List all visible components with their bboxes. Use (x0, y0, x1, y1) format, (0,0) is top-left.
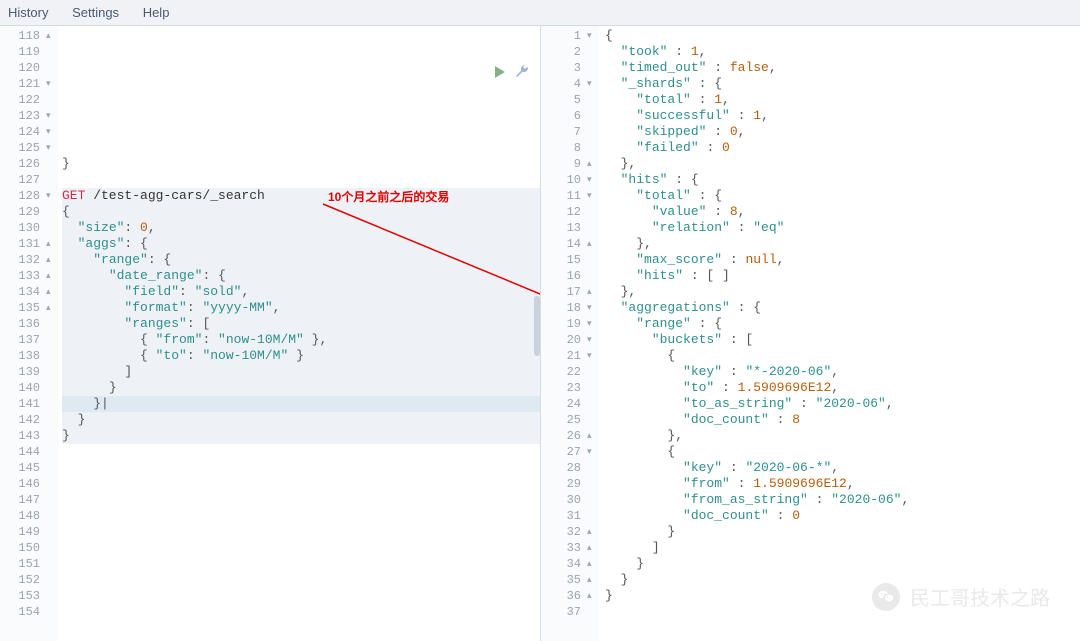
code-line[interactable] (603, 604, 1080, 620)
code-line[interactable] (62, 604, 540, 620)
code-line[interactable]: } (603, 524, 1080, 540)
code-line[interactable] (62, 540, 540, 556)
code-line[interactable]: "total" : { (603, 188, 1080, 204)
code-line[interactable]: } (603, 572, 1080, 588)
code-line[interactable]: { "from": "now-10M/M" }, (62, 332, 540, 348)
code-line[interactable]: } (62, 412, 540, 428)
request-pane: 1181191201211221231241251261271281291301… (0, 26, 540, 641)
code-line[interactable]: "skipped" : 0, (603, 124, 1080, 140)
code-line[interactable]: "range": { (62, 252, 540, 268)
fold-gutter-right[interactable]: ▾▾▴▾▾▴▴▾▾▾▾▴▾▴▴▴▴▴ (587, 26, 599, 641)
code-line[interactable]: "doc_count" : 0 (603, 508, 1080, 524)
code-line[interactable] (62, 508, 540, 524)
code-line[interactable]: "relation" : "eq" (603, 220, 1080, 236)
code-line[interactable]: } (62, 380, 540, 396)
line-gutter-left: 1181191201211221231241251261271281291301… (0, 26, 46, 641)
code-line[interactable] (62, 588, 540, 604)
response-pane: 1234567891011121314151617181920212223242… (540, 26, 1080, 641)
code-line[interactable] (62, 460, 540, 476)
code-line[interactable]: "field": "sold", (62, 284, 540, 300)
code-line[interactable]: "ranges": [ (62, 316, 540, 332)
code-line[interactable]: "size": 0, (62, 220, 540, 236)
code-line[interactable]: ] (62, 364, 540, 380)
code-line[interactable]: }, (603, 284, 1080, 300)
code-line[interactable]: } (603, 588, 1080, 604)
code-line[interactable] (62, 620, 540, 636)
code-line[interactable]: "key" : "2020-06-*", (603, 460, 1080, 476)
code-line[interactable]: "format": "yyyy-MM", (62, 300, 540, 316)
code-line[interactable]: "key" : "*-2020-06", (603, 364, 1080, 380)
code-line[interactable] (62, 476, 540, 492)
code-line[interactable]: } (62, 428, 540, 444)
code-line[interactable]: }, (603, 428, 1080, 444)
request-editor[interactable]: 10个月之前之后的交易 }GET /test-agg-cars/_search{… (58, 26, 540, 641)
code-line[interactable]: "to_as_string" : "2020-06", (603, 396, 1080, 412)
code-line[interactable]: "range" : { (603, 316, 1080, 332)
code-line[interactable]: } (62, 156, 540, 172)
code-line[interactable]: "from_as_string" : "2020-06", (603, 492, 1080, 508)
code-line[interactable]: "buckets" : [ (603, 332, 1080, 348)
code-line[interactable]: "doc_count" : 8 (603, 412, 1080, 428)
code-line[interactable] (62, 172, 540, 188)
code-line[interactable]: "max_score" : null, (603, 252, 1080, 268)
code-line[interactable]: "total" : 1, (603, 92, 1080, 108)
code-line[interactable]: "hits" : [ ] (603, 268, 1080, 284)
code-line[interactable] (62, 572, 540, 588)
play-icon[interactable] (492, 64, 508, 80)
menu-help[interactable]: Help (143, 5, 170, 20)
code-line[interactable]: }| (62, 396, 540, 412)
code-line[interactable]: "value" : 8, (603, 204, 1080, 220)
code-line[interactable]: { (62, 204, 540, 220)
code-line[interactable]: { "to": "now-10M/M" } (62, 348, 540, 364)
code-line[interactable] (62, 556, 540, 572)
code-line[interactable]: "hits" : { (603, 172, 1080, 188)
menu-history[interactable]: History (8, 5, 48, 20)
code-line[interactable]: { (603, 348, 1080, 364)
code-line[interactable] (62, 524, 540, 540)
code-line[interactable]: "timed_out" : false, (603, 60, 1080, 76)
code-line[interactable]: "aggs": { (62, 236, 540, 252)
code-line[interactable]: "successful" : 1, (603, 108, 1080, 124)
code-line[interactable]: "to" : 1.5909696E12, (603, 380, 1080, 396)
code-line[interactable]: "_shards" : { (603, 76, 1080, 92)
code-line[interactable]: } (603, 556, 1080, 572)
menu-settings[interactable]: Settings (72, 5, 119, 20)
main-split: 1181191201211221231241251261271281291301… (0, 26, 1080, 641)
code-line[interactable]: "from" : 1.5909696E12, (603, 476, 1080, 492)
code-line[interactable]: { (603, 444, 1080, 460)
code-line[interactable]: "failed" : 0 (603, 140, 1080, 156)
code-line[interactable] (62, 636, 540, 641)
response-viewer[interactable]: { "took" : 1, "timed_out" : false, "_sha… (599, 26, 1080, 641)
fold-gutter-left[interactable]: ▴▾▾▾▾▾▴▴▴▴▴ (46, 26, 58, 641)
code-line[interactable]: "aggregations" : { (603, 300, 1080, 316)
line-gutter-right: 1234567891011121314151617181920212223242… (541, 26, 587, 641)
code-line[interactable] (62, 492, 540, 508)
code-line[interactable]: GET /test-agg-cars/_search (62, 188, 540, 204)
wrench-icon[interactable] (514, 64, 530, 80)
code-line[interactable]: }, (603, 156, 1080, 172)
request-actions (492, 64, 530, 80)
code-line[interactable] (62, 444, 540, 460)
code-line[interactable]: }, (603, 236, 1080, 252)
code-line[interactable]: ] (603, 540, 1080, 556)
code-line[interactable]: { (603, 28, 1080, 44)
code-line[interactable]: "date_range": { (62, 268, 540, 284)
code-line[interactable]: "took" : 1, (603, 44, 1080, 60)
menubar: History Settings Help (0, 0, 1080, 26)
